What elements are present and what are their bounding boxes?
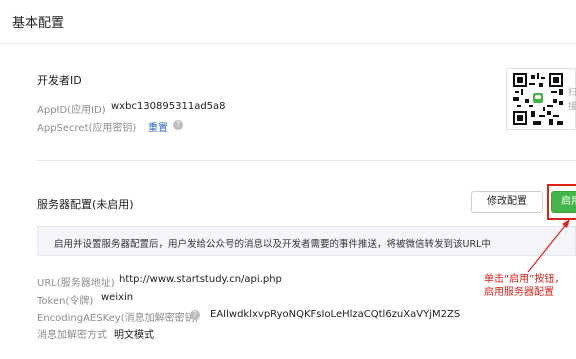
notice-text: 启用并设置服务器配置后，用户发给公众号的消息以及开发者需要的事件推送，将被微信转…	[54, 239, 491, 250]
qr-code-icon	[513, 73, 563, 125]
reset-secret-link[interactable]: 重置	[148, 119, 168, 134]
qr-code-panel: 扫 接	[506, 68, 576, 130]
token-label: Token(令牌)	[37, 296, 94, 307]
page-header: 基本配置	[0, 0, 576, 44]
url-value: http://www.startstudy.cn/api.php	[119, 274, 282, 285]
help-icon[interactable]: ?	[190, 310, 200, 320]
encryption-mode-label: 消息加解密方式	[37, 330, 107, 341]
annotation-arrow	[527, 219, 570, 273]
appid-value: wxbc130895311ad5a8	[111, 101, 226, 112]
page-title: 基本配置	[12, 16, 65, 31]
help-icon[interactable]: ?	[173, 120, 183, 130]
token-value: weixin	[101, 292, 134, 303]
appid-label: AppID(应用ID)	[37, 105, 106, 116]
appsecret-label: AppSecret(应用密钥)	[37, 123, 137, 134]
aes-key-value: EAIlwdklxvpRyoNQKFsIoLeHlzaCQtl6zuXaVYjM…	[210, 309, 461, 320]
url-label: URL(服务器地址)	[37, 278, 115, 289]
annotation-line-1: 单击“启用”按钮，	[484, 274, 565, 285]
qr-side-text-2: 接	[568, 102, 576, 112]
qr-side-text-1: 扫	[568, 88, 576, 98]
developer-id-title: 开发者ID	[37, 74, 82, 87]
annotation-line-2: 启用服务器配置	[484, 287, 554, 298]
aes-key-label: EncodingAESKey(消息加解密密钥)	[37, 313, 199, 324]
section-divider	[37, 160, 576, 161]
server-config-title: 服务器配置(未启用)	[37, 198, 134, 211]
encryption-mode-value: 明文模式	[114, 330, 154, 341]
server-config-notice: 启用并设置服务器配置后，用户发给公众号的消息以及开发者需要的事件推送，将被微信转…	[37, 226, 576, 256]
